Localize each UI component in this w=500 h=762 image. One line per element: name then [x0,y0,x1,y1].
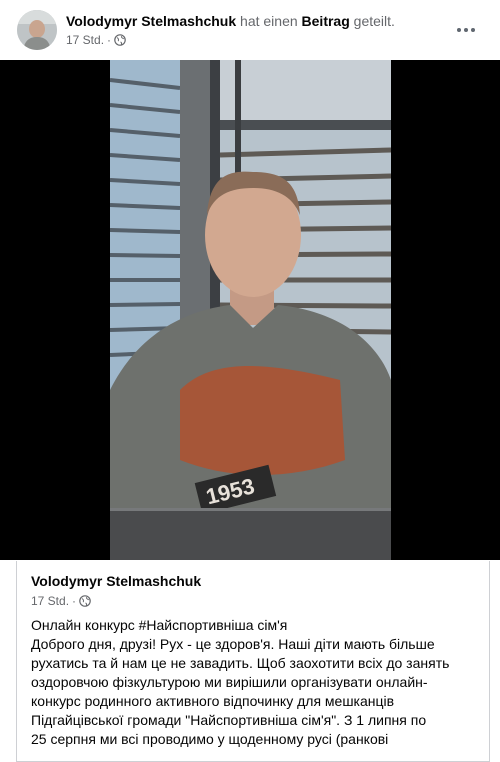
avatar[interactable] [17,10,57,50]
post-meta: 17 Std. · [66,33,126,47]
meta-separator: · [107,33,112,47]
avatar-photo [17,10,57,50]
more-options-button[interactable] [452,18,480,42]
more-options-icon-dot [464,28,468,32]
more-options-icon-dot [457,28,461,32]
meta-separator: · [72,594,77,608]
timestamp[interactable]: 17 Std. [66,33,104,47]
post-text-line: оздоровчою фізкультурою ми вирішили орга… [31,674,428,690]
video-still: 1953 [110,60,391,560]
post-text-line: Доброго дня, друзі! Рух - це здоров'я. Н… [31,636,435,652]
shared-post-card[interactable]: Volodymyr Stelmashchuk 17 Std. · Онлайн … [16,561,490,762]
action-text: hat einen [240,13,298,29]
post-text-line: Підгайцівської громади "Найспортивніша с… [31,712,427,728]
shared-post-text: Онлайн конкурс #Найспортивніша сім'я Доб… [31,616,483,749]
post-header: Volodymyr Stelmashchuk hat einen Beitrag… [0,0,500,60]
more-options-icon-dot [471,28,475,32]
shared-post-meta: 17 Std. · [31,594,91,608]
globe-icon[interactable] [114,34,126,46]
shared-timestamp[interactable]: 17 Std. [31,594,69,608]
post-text-line: конкурс родинного активного відпочинку д… [31,693,395,709]
shared-author-name[interactable]: Volodymyr Stelmashchuk [31,573,201,589]
post-text-line: 25 серпня ми всі проводимо у щоденному р… [31,731,389,747]
author-name[interactable]: Volodymyr Stelmashchuk [66,13,236,29]
post-text-line: Онлайн конкурс #Найспортивніша сім'я [31,617,288,633]
video-player[interactable]: 1953 [0,60,500,560]
video-frame: 1953 [110,60,391,560]
shared-post-link[interactable]: Beitrag [302,13,350,29]
post-text-line: рухатись та й нам це не завадить. Щоб за… [31,655,450,671]
post-author-line: Volodymyr Stelmashchuk hat einen Beitrag… [66,13,395,29]
globe-icon[interactable] [79,595,91,607]
action-tail-text: geteilt. [353,13,395,29]
